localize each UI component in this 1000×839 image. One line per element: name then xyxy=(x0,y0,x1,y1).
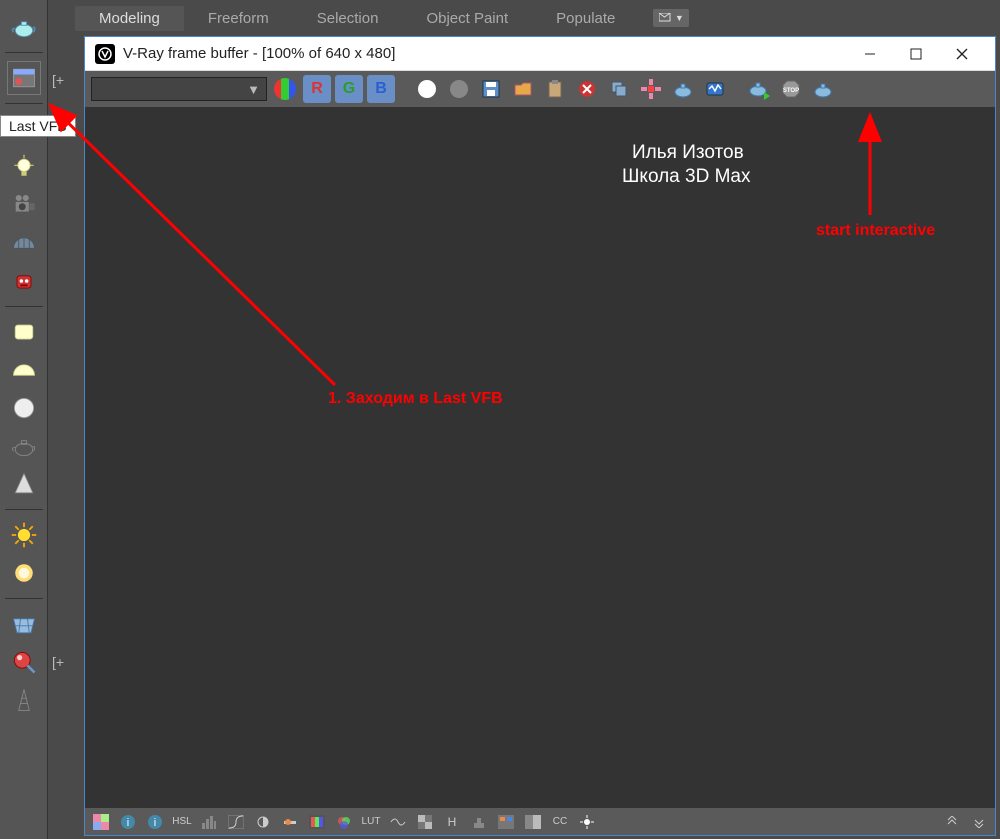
stamp-icon[interactable] xyxy=(467,811,491,833)
close-button[interactable] xyxy=(939,39,985,69)
color-balance-icon[interactable] xyxy=(332,811,356,833)
expand-up-icon[interactable] xyxy=(940,811,964,833)
ocio-icon[interactable] xyxy=(386,811,410,833)
last-vfb-tooltip: Last VFB xyxy=(0,115,76,137)
vfb-bottom-toolbar: i i HSL LUT H CC xyxy=(85,808,995,835)
mono-grey-button[interactable] xyxy=(445,75,473,103)
compare-icon[interactable] xyxy=(521,811,545,833)
start-interactive-button[interactable] xyxy=(745,75,773,103)
blue-channel-button[interactable]: B xyxy=(367,75,395,103)
ribbon-tab-selection[interactable]: Selection xyxy=(293,6,403,31)
region-render-icon[interactable] xyxy=(637,75,665,103)
annotation-step1: 1. Заходим в Last VFB xyxy=(328,390,503,408)
expand-down-icon[interactable] xyxy=(967,811,991,833)
vray-vfb-icon[interactable] xyxy=(494,811,518,833)
levels-icon[interactable] xyxy=(197,811,221,833)
track-mouse-icon[interactable] xyxy=(701,75,729,103)
maximize-button[interactable] xyxy=(893,39,939,69)
vray-frame-buffer-window: V-Ray frame buffer - [100% of 640 x 480]… xyxy=(84,36,996,836)
annotation-author-line2: Школа 3D Max xyxy=(622,166,750,188)
sphere-light-icon[interactable] xyxy=(7,391,41,425)
ribbon-tab-modeling[interactable]: Modeling xyxy=(75,6,184,31)
robot-icon[interactable] xyxy=(7,264,41,298)
tower-icon[interactable] xyxy=(7,683,41,717)
color-picker-icon[interactable] xyxy=(89,811,113,833)
grid-floor-icon[interactable] xyxy=(7,607,41,641)
save-icon[interactable] xyxy=(477,75,505,103)
ribbon-tab-freeform[interactable]: Freeform xyxy=(184,6,293,31)
duplicate-icon[interactable] xyxy=(605,75,633,103)
viewport-label-bottom[interactable]: [+ xyxy=(48,648,68,676)
render-last-icon[interactable] xyxy=(669,75,697,103)
vfb-toolbar: ▼ R G B STOP xyxy=(85,71,995,107)
hue-sat-icon[interactable] xyxy=(305,811,329,833)
svg-text:i: i xyxy=(127,817,129,829)
glow-sphere-icon[interactable] xyxy=(7,556,41,590)
exposure-icon[interactable] xyxy=(251,811,275,833)
background-icon[interactable] xyxy=(413,811,437,833)
red-channel-button[interactable]: R xyxy=(303,75,331,103)
sun-icon[interactable] xyxy=(7,518,41,552)
ribbon-tab-objectpaint[interactable]: Object Paint xyxy=(402,6,532,31)
white-balance-icon[interactable] xyxy=(278,811,302,833)
histogram-toggle[interactable]: H xyxy=(440,811,464,833)
teapot-icon[interactable] xyxy=(7,10,41,44)
ribbon-mail-dropdown[interactable]: ▼ xyxy=(653,9,689,27)
light-bulb-icon[interactable] xyxy=(7,150,41,184)
svg-text:i: i xyxy=(154,817,156,829)
lut-button[interactable]: LUT xyxy=(359,811,383,833)
folder-open-icon[interactable] xyxy=(509,75,537,103)
mono-white-button[interactable] xyxy=(413,75,441,103)
vfb-channel-dropdown[interactable]: ▼ xyxy=(91,77,267,101)
vfb-window-title: V-Ray frame buffer - [100% of 640 x 480] xyxy=(123,45,847,62)
annotation-start-interactive: start interactive xyxy=(816,222,935,240)
vfb-viewport[interactable] xyxy=(85,107,995,808)
vray-logo-icon xyxy=(95,44,115,64)
ribbon-tab-populate[interactable]: Populate xyxy=(532,6,639,31)
vfb-titlebar[interactable]: V-Ray frame buffer - [100% of 640 x 480] xyxy=(85,37,995,71)
viewport-label-top[interactable]: [+ xyxy=(48,66,84,94)
annotation-author-line1: Илья Изотов xyxy=(632,142,744,164)
lens-effects-icon[interactable] xyxy=(575,811,599,833)
minimize-button[interactable] xyxy=(847,39,893,69)
dome-icon[interactable] xyxy=(7,226,41,260)
curve-icon[interactable] xyxy=(224,811,248,833)
info-pixel-icon[interactable]: i xyxy=(143,811,167,833)
svg-text:STOP: STOP xyxy=(783,88,799,94)
sphere-pin-icon[interactable] xyxy=(7,645,41,679)
stop-render-icon[interactable]: STOP xyxy=(777,75,805,103)
camera-icon[interactable] xyxy=(7,188,41,222)
cone-icon[interactable] xyxy=(7,467,41,501)
dome-light-icon[interactable] xyxy=(7,353,41,387)
rgb-channels-button[interactable] xyxy=(271,75,299,103)
last-vfb-button[interactable] xyxy=(7,61,41,95)
clear-icon[interactable] xyxy=(573,75,601,103)
render-icon[interactable] xyxy=(809,75,837,103)
cc-button[interactable]: CC xyxy=(548,811,572,833)
green-channel-button[interactable]: G xyxy=(335,75,363,103)
info-icon[interactable]: i xyxy=(116,811,140,833)
ribbon-tabs: Modeling Freeform Selection Object Paint… xyxy=(75,4,689,32)
teapot-mesh-icon[interactable] xyxy=(7,429,41,463)
viewport-label-strip: [+ [+ xyxy=(48,34,84,838)
hsl-button[interactable]: HSL xyxy=(170,811,194,833)
plane-light-icon[interactable] xyxy=(7,315,41,349)
clipboard-icon[interactable] xyxy=(541,75,569,103)
